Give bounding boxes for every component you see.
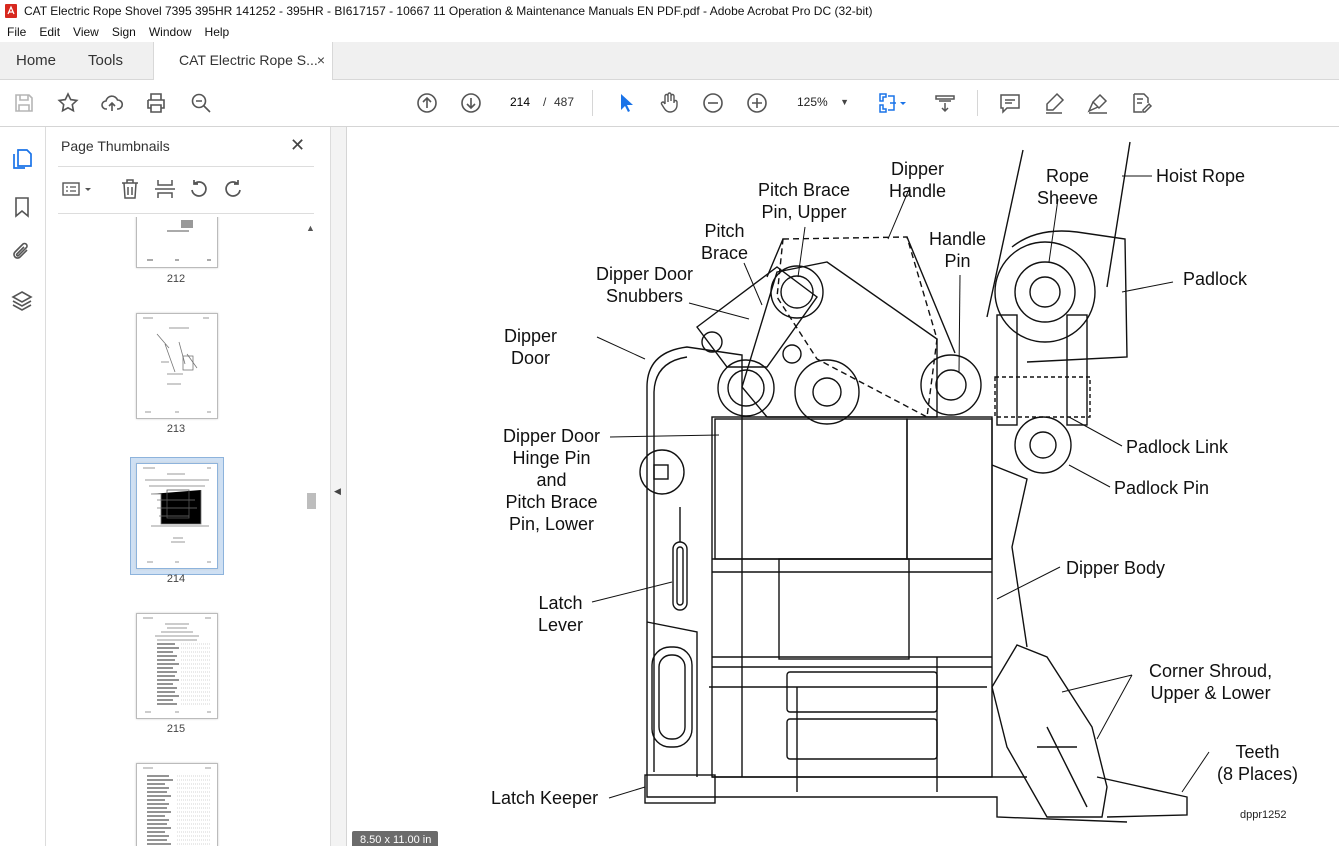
page-down-icon[interactable] bbox=[459, 91, 483, 115]
tab-document[interactable]: CAT Electric Rope S... × bbox=[153, 42, 333, 80]
thumbnail-page-number: 212 bbox=[166, 273, 186, 285]
thumbnail-page-selected[interactable] bbox=[136, 463, 218, 569]
zoom-out-icon[interactable] bbox=[701, 91, 725, 115]
label-pitch-brace: Pitch Brace bbox=[701, 221, 749, 263]
left-rail bbox=[0, 127, 46, 846]
divider bbox=[58, 166, 314, 167]
zoom-select[interactable]: 125% ▼ bbox=[789, 91, 855, 113]
close-icon[interactable]: ✕ bbox=[290, 135, 305, 156]
thumbnail-page-number: 214 bbox=[166, 573, 186, 585]
label-pitch-brace-pin-upper: Pitch Brace Pin, Upper bbox=[758, 180, 851, 222]
page-number-input[interactable] bbox=[503, 90, 537, 114]
tab-tools[interactable]: Tools bbox=[88, 42, 123, 79]
label-dipper-door-hinge-pin: Dipper Door Hinge Pin and Pitch Brace Pi… bbox=[503, 426, 601, 534]
label-dipper-body: Dipper Body bbox=[1066, 558, 1166, 578]
menu-window[interactable]: Window bbox=[142, 22, 198, 39]
star-icon[interactable] bbox=[56, 91, 80, 115]
page-separator: / bbox=[543, 95, 547, 109]
thumbnail-page-number: 215 bbox=[166, 723, 186, 735]
fit-page-dropdown-icon[interactable] bbox=[898, 91, 908, 115]
cloud-upload-icon[interactable] bbox=[100, 91, 124, 115]
page-thumbnails-panel: Page Thumbnails ✕ 212 213 214 215 ▲ bbox=[46, 127, 331, 846]
label-padlock-pin: Padlock Pin bbox=[1114, 478, 1210, 498]
options-menu-icon[interactable] bbox=[60, 177, 94, 201]
label-latch-lever: Latch Lever bbox=[538, 593, 584, 635]
label-corner-shroud: Corner Shroud, Upper & Lower bbox=[1149, 661, 1273, 703]
redact-edit-icon[interactable] bbox=[1130, 91, 1154, 115]
rotate-left-icon[interactable] bbox=[187, 177, 211, 201]
bookmark-icon[interactable] bbox=[10, 195, 34, 219]
scrollbar-thumb[interactable] bbox=[307, 493, 316, 509]
thumbnail-page-number: 213 bbox=[166, 423, 186, 435]
label-latch-keeper: Latch Keeper bbox=[491, 788, 599, 808]
acrobat-icon bbox=[5, 4, 17, 18]
thumbnail-page[interactable] bbox=[136, 613, 218, 719]
menu-file[interactable]: File bbox=[0, 22, 32, 39]
label-dipper-door: Dipper Door bbox=[504, 326, 558, 368]
main-toolbar bbox=[0, 80, 1339, 127]
thumbnail-scrollbar[interactable]: ▲ bbox=[304, 217, 318, 846]
toolbar-divider bbox=[592, 90, 593, 116]
tab-document-label: CAT Electric Rope S... bbox=[179, 52, 318, 68]
figure-id: dppr1252 bbox=[1240, 809, 1287, 821]
page-thumbnails-icon[interactable] bbox=[10, 147, 34, 171]
title-bar: CAT Electric Rope Shovel 7395 395HR 1412… bbox=[0, 0, 1339, 22]
tab-close-icon[interactable]: × bbox=[317, 42, 325, 79]
label-handle-pin: Handle Pin bbox=[929, 229, 987, 271]
chevron-down-icon: ▼ bbox=[840, 97, 849, 107]
thumbnail-page[interactable] bbox=[136, 763, 218, 846]
print-icon[interactable] bbox=[144, 91, 168, 115]
zoom-in-icon[interactable] bbox=[745, 91, 769, 115]
zoom-value: 125% bbox=[797, 95, 828, 109]
page-up-icon[interactable] bbox=[415, 91, 439, 115]
label-hoist-rope: Hoist Rope bbox=[1156, 166, 1246, 186]
thumbnail-page[interactable] bbox=[136, 313, 218, 419]
tab-bar: Home Tools CAT Electric Rope S... × bbox=[0, 42, 1339, 80]
menu-help[interactable]: Help bbox=[198, 22, 236, 39]
window-title: CAT Electric Rope Shovel 7395 395HR 1412… bbox=[24, 4, 873, 18]
delete-icon[interactable] bbox=[118, 177, 142, 201]
toolbar-divider bbox=[977, 90, 978, 116]
panel-collapse-handle[interactable]: ◀ bbox=[331, 127, 347, 846]
panel-title: Page Thumbnails bbox=[61, 138, 170, 154]
page-size-indicator: 8.50 x 11.00 in bbox=[352, 831, 439, 846]
attachment-icon[interactable] bbox=[10, 240, 34, 264]
menu-bar: File Edit View Sign Window Help bbox=[0, 22, 1339, 42]
select-cursor-icon[interactable] bbox=[614, 91, 638, 115]
extract-pages-icon[interactable] bbox=[153, 177, 177, 201]
sign-pen-icon[interactable] bbox=[1086, 91, 1110, 115]
thumbnail-page[interactable] bbox=[136, 217, 218, 268]
menu-edit[interactable]: Edit bbox=[32, 22, 66, 39]
save-icon[interactable] bbox=[12, 91, 36, 115]
layers-icon[interactable] bbox=[10, 289, 34, 313]
comment-icon[interactable] bbox=[998, 91, 1022, 115]
scroll-mode-icon[interactable] bbox=[933, 91, 957, 115]
tab-home[interactable]: Home bbox=[16, 42, 56, 79]
menu-sign[interactable]: Sign bbox=[105, 22, 142, 39]
label-padlock: Padlock bbox=[1183, 269, 1248, 289]
label-teeth: Teeth (8 Places) bbox=[1217, 742, 1299, 784]
divider bbox=[58, 213, 314, 214]
label-dipper-handle: Dipper Handle bbox=[889, 159, 947, 201]
document-view[interactable]: Dipper Handle Pitch Brace Pin, Upper Rop… bbox=[347, 127, 1339, 846]
label-padlock-link: Padlock Link bbox=[1126, 437, 1229, 457]
highlight-pen-icon[interactable] bbox=[1042, 91, 1066, 115]
scroll-up-icon[interactable]: ▲ bbox=[306, 223, 315, 233]
collapse-left-icon: ◀ bbox=[334, 486, 341, 496]
label-rope-sheeve: Rope Sheeve bbox=[1037, 166, 1099, 208]
thumbnail-list: 212 213 214 215 bbox=[46, 217, 302, 846]
total-pages: 487 bbox=[554, 95, 575, 109]
label-dipper-door-snubbers: Dipper Door Snubbers bbox=[596, 264, 694, 306]
zoom-search-icon[interactable] bbox=[189, 91, 213, 115]
fit-page-icon[interactable] bbox=[876, 91, 900, 115]
hand-tool-icon[interactable] bbox=[657, 91, 681, 115]
rotate-right-icon[interactable] bbox=[221, 177, 245, 201]
menu-view[interactable]: View bbox=[66, 22, 105, 39]
